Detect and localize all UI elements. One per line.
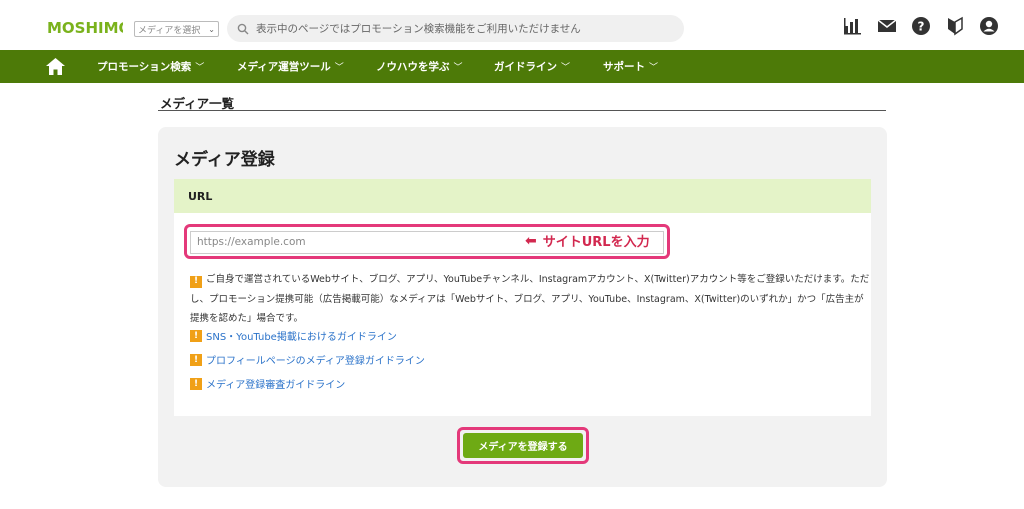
title-divider (158, 110, 886, 111)
panel-title: メディア登録 (174, 150, 275, 170)
beginner-mark-icon[interactable] (945, 16, 965, 36)
media-select-value: メディアを選択 (138, 25, 201, 36)
nav-item-guidelines[interactable]: ガイドライン ﹀ (494, 50, 570, 83)
moshimo-logo[interactable]: MOSHIMO (45, 13, 123, 39)
chevron-down-icon: ﹀ (453, 63, 463, 73)
submit-highlight: メディアを登録する (457, 427, 589, 464)
guideline-link-row: ! メディア登録審査ガイドライン (190, 376, 345, 391)
media-review-guideline-link[interactable]: メディア登録審査ガイドライン (206, 376, 345, 391)
warning-icon: ! (190, 353, 202, 366)
notice-body: ご自身で運営されているWebサイト、ブログ、アプリ、YouTubeチャンネル、I… (190, 274, 870, 324)
url-section-header: URL (174, 179, 871, 213)
bar-chart-icon[interactable] (843, 16, 863, 36)
chevron-down-icon: ﹀ (649, 63, 659, 73)
chevron-down-icon: ﹀ (195, 63, 205, 73)
nav-item-media-tools[interactable]: メディア運営ツール ﹀ (237, 50, 344, 83)
guideline-link-row: ! プロフィールページのメディア登録ガイドライン (190, 352, 425, 367)
svg-text:?: ? (918, 20, 925, 34)
warning-icon: ! (190, 329, 202, 342)
chevron-down-icon: ﹀ (561, 63, 571, 73)
register-media-button[interactable]: メディアを登録する (463, 433, 583, 458)
nav-item-label: プロモーション検索 (97, 61, 192, 73)
nav-item-support[interactable]: サポート ﹀ (603, 50, 658, 83)
mail-icon[interactable] (877, 16, 897, 36)
notice-text: ! ご自身で運営されているWebサイト、ブログ、アプリ、YouTubeチャンネル、… (190, 270, 870, 329)
user-icon[interactable] (979, 16, 999, 36)
top-header: MOSHIMO メディアを選択 ⌄ 表示中のページではプロモーション検索機能をご… (0, 0, 1024, 50)
search-bar[interactable] (227, 15, 684, 42)
search-input[interactable] (256, 22, 676, 35)
svg-text:MOSHIMO: MOSHIMO (47, 19, 123, 37)
nav-item-label: サポート (603, 61, 645, 73)
warning-icon: ! (190, 377, 202, 390)
search-icon (237, 23, 249, 34)
url-callout: ⬅ サイトURLを入力 (525, 231, 650, 251)
arrow-left-icon: ⬅ (525, 232, 537, 249)
chevron-down-icon: ⌄ (208, 24, 215, 34)
nav-item-label: ガイドライン (494, 61, 557, 73)
media-select[interactable]: メディアを選択 ⌄ (134, 21, 219, 37)
callout-text: サイトURLを入力 (542, 235, 650, 250)
nav-item-label: メディア運営ツール (237, 61, 331, 73)
nav-item-knowhow[interactable]: ノウハウを学ぶ ﹀ (376, 50, 463, 83)
guideline-link-row: ! SNS・YouTube掲載におけるガイドライン (190, 328, 397, 343)
nav-item-label: ノウハウを学ぶ (376, 61, 450, 73)
home-icon[interactable] (45, 57, 66, 76)
chevron-down-icon: ﹀ (334, 63, 344, 73)
help-icon[interactable]: ? (911, 16, 931, 36)
profile-page-guideline-link[interactable]: プロフィールページのメディア登録ガイドライン (206, 352, 425, 367)
sns-youtube-guideline-link[interactable]: SNS・YouTube掲載におけるガイドライン (206, 328, 397, 343)
warning-icon: ! (190, 275, 202, 288)
nav-item-promotion-search[interactable]: プロモーション検索 ﹀ (97, 50, 204, 83)
main-nav: プロモーション検索 ﹀ メディア運営ツール ﹀ ノウハウを学ぶ ﹀ ガイドライン ﹀ サ… (0, 50, 1024, 83)
